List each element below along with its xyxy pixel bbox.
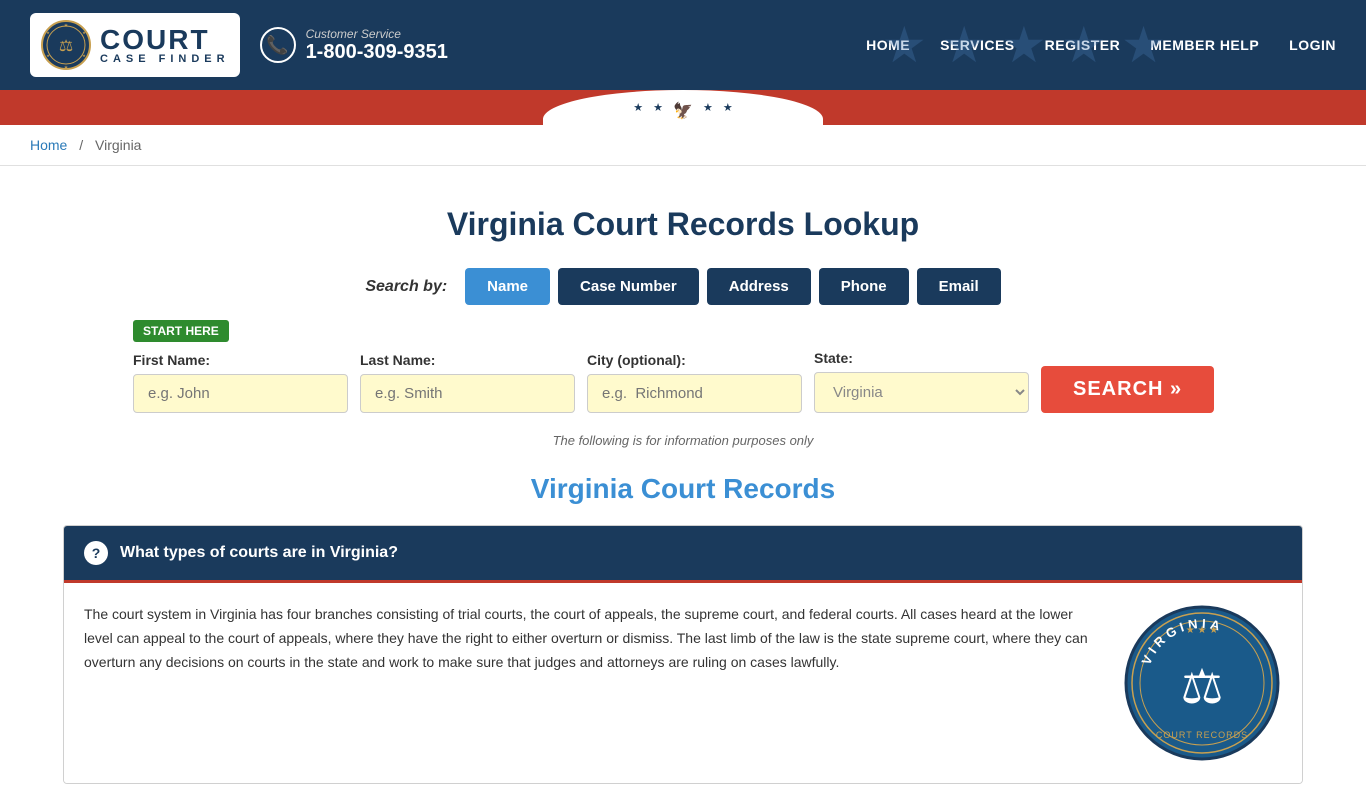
header-left: ★ ★ ★ ★ ★ ★ ⚖ COURT CASE FINDER 📞 Custom… <box>30 13 448 77</box>
svg-text:COURT RECORDS: COURT RECORDS <box>1156 730 1248 740</box>
faq-item: ? What types of courts are in Virginia? … <box>63 525 1303 784</box>
start-here-badge: START HERE <box>133 320 229 342</box>
star-icon: ★ <box>703 101 713 121</box>
svg-text:★: ★ <box>82 53 86 58</box>
star-icon: ★ <box>882 16 927 74</box>
last-name-input[interactable] <box>360 374 575 413</box>
first-name-group: First Name: <box>133 352 348 413</box>
faq-header[interactable]: ? What types of courts are in Virginia? <box>64 526 1302 580</box>
star-icon: ★ <box>633 101 643 121</box>
header-stars-bg: ★ ★ ★ ★ ★ <box>882 0 1166 90</box>
first-name-input[interactable] <box>133 374 348 413</box>
cs-phone: 1-800-309-9351 <box>306 41 448 64</box>
svg-text:★: ★ <box>64 23 69 29</box>
virginia-seal-icon: VIRGINIA ★ ★ ★ ⚖ COURT RECORDS <box>1122 603 1282 763</box>
logo-court-label: COURT <box>100 26 230 54</box>
svg-text:⚖: ⚖ <box>59 38 73 55</box>
breadcrumb-home[interactable]: Home <box>30 137 67 153</box>
state-label: State: <box>814 350 1029 366</box>
tab-phone[interactable]: Phone <box>819 268 909 305</box>
site-logo[interactable]: ★ ★ ★ ★ ★ ★ ⚖ COURT CASE FINDER <box>30 13 240 77</box>
eagle-icon: 🦅 <box>673 101 693 121</box>
svg-text:★: ★ <box>46 30 50 35</box>
faq-body: The court system in Virginia has four br… <box>64 580 1302 783</box>
svg-text:★: ★ <box>64 65 69 71</box>
breadcrumb-separator: / <box>79 137 83 153</box>
last-name-group: Last Name: <box>360 352 575 413</box>
arch-decoration: ★ ★ 🦅 ★ ★ <box>633 95 732 121</box>
tab-name[interactable]: Name <box>465 268 550 305</box>
star-icon: ★ <box>942 16 987 74</box>
customer-service-text: Customer Service 1-800-309-9351 <box>306 27 448 64</box>
star-icon: ★ <box>653 101 663 121</box>
phone-icon: 📞 <box>260 27 296 63</box>
city-input[interactable] <box>587 374 802 413</box>
section-title: Virginia Court Records <box>63 473 1303 505</box>
breadcrumb: Home / Virginia <box>0 125 1366 166</box>
svg-text:★: ★ <box>82 30 86 35</box>
tab-address[interactable]: Address <box>707 268 811 305</box>
main-content: Virginia Court Records Lookup Search by:… <box>33 166 1333 804</box>
customer-service: 📞 Customer Service 1-800-309-9351 <box>260 27 448 64</box>
state-group: State: AlabamaAlaskaArizonaArkansasCalif… <box>814 350 1029 413</box>
logo-text: COURT CASE FINDER <box>100 26 230 65</box>
header-arch-container: ★ ★ 🦅 ★ ★ <box>0 90 1366 125</box>
search-by-row: Search by: Name Case Number Address Phon… <box>63 268 1303 305</box>
info-text: The following is for information purpose… <box>63 433 1303 448</box>
svg-text:★: ★ <box>46 53 50 58</box>
state-select[interactable]: AlabamaAlaskaArizonaArkansasCaliforniaCo… <box>814 372 1029 413</box>
faq-answer-text: The court system in Virginia has four br… <box>84 603 1102 674</box>
star-icon: ★ <box>1002 16 1047 74</box>
first-name-label: First Name: <box>133 352 348 368</box>
tab-email[interactable]: Email <box>917 268 1001 305</box>
logo-emblem-icon: ★ ★ ★ ★ ★ ★ ⚖ <box>40 19 92 71</box>
breadcrumb-current: Virginia <box>95 137 141 153</box>
nav-member-help[interactable]: MEMBER HELP <box>1150 37 1259 53</box>
star-icon: ★ <box>1061 16 1106 74</box>
tab-case-number[interactable]: Case Number <box>558 268 699 305</box>
faq-question-text: What types of courts are in Virginia? <box>120 544 398 562</box>
search-button[interactable]: SEARCH » <box>1041 366 1214 413</box>
faq-question-icon: ? <box>84 541 108 565</box>
cs-label: Customer Service <box>306 27 448 41</box>
form-container: START HERE First Name: Last Name: City (… <box>133 320 1233 413</box>
logo-case-finder-label: CASE FINDER <box>100 54 230 65</box>
city-group: City (optional): <box>587 352 802 413</box>
star-icon: ★ <box>1121 16 1166 74</box>
last-name-label: Last Name: <box>360 352 575 368</box>
search-by-label: Search by: <box>365 278 447 296</box>
search-section: Search by: Name Case Number Address Phon… <box>63 268 1303 413</box>
city-label: City (optional): <box>587 352 802 368</box>
svg-text:★ ★ ★: ★ ★ ★ <box>1186 625 1218 636</box>
svg-text:⚖: ⚖ <box>1180 661 1223 714</box>
nav-login[interactable]: LOGIN <box>1289 37 1336 53</box>
site-header: ★ ★ ★ ★ ★ ★ ★ ★ ★ ★ ★ ⚖ COURT CASE FIN <box>0 0 1366 90</box>
star-icon: ★ <box>723 101 733 121</box>
page-title: Virginia Court Records Lookup <box>63 206 1303 243</box>
search-form: First Name: Last Name: City (optional): … <box>133 350 1233 413</box>
